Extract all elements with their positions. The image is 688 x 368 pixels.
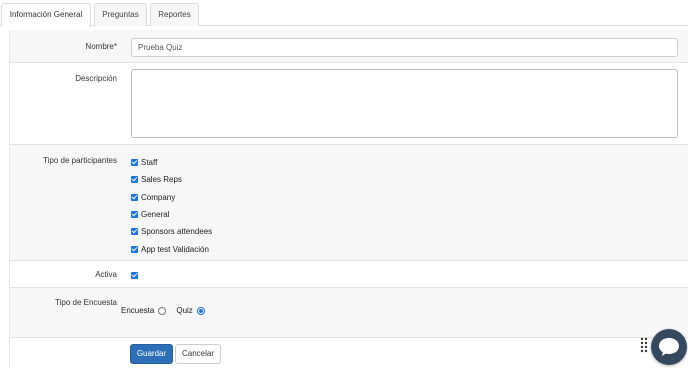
tipo-encuesta-options: Encuesta Quiz (121, 306, 215, 315)
chat-bubble-button[interactable] (651, 329, 687, 365)
participante-label: Company (141, 192, 176, 202)
radio-quiz-label: Quiz (176, 306, 193, 315)
nombre-row: Nombre* Prueba Quiz (10, 30, 688, 62)
checkbox-checked-icon[interactable] (131, 175, 138, 183)
actions-row (10, 337, 688, 368)
participante-label: Sponsors attendees (141, 226, 213, 236)
cancelar-button[interactable]: Cancelar (175, 344, 221, 364)
activa-row: Activa (10, 260, 688, 287)
participante-sponsors-attendees[interactable]: Sponsors attendees (131, 225, 212, 237)
chat-bubble-icon (659, 338, 679, 356)
activa-label: Activa (95, 270, 117, 279)
tab-informacion-general[interactable]: Información General (1, 3, 91, 27)
tipo-encuesta-label: Tipo de Encuesta (55, 298, 117, 307)
drag-grip-icon[interactable] (640, 337, 648, 355)
radio-encuesta[interactable] (158, 306, 167, 315)
participante-sales-reps[interactable]: Sales Reps (131, 173, 182, 185)
participante-company[interactable]: Company (131, 191, 175, 203)
participante-label: Staff (141, 157, 158, 167)
participantes-row: Tipo de participantes Staff Sales Reps C… (10, 144, 688, 260)
tipo-encuesta-row: Tipo de Encuesta (10, 287, 688, 337)
tab-bar: Información General Preguntas Reportes (0, 0, 688, 27)
form-panel: Nombre* Prueba Quiz Descripción Tipo de … (9, 30, 688, 368)
checkbox-checked-icon[interactable] (131, 193, 138, 201)
participante-label: App test Validación (141, 244, 209, 254)
participante-label: General (141, 209, 170, 219)
participante-label: Sales Reps (141, 174, 182, 184)
radio-quiz[interactable] (196, 306, 205, 315)
checkbox-checked-icon[interactable] (131, 245, 138, 253)
checkbox-checked-icon[interactable] (131, 227, 138, 235)
nombre-input[interactable]: Prueba Quiz (131, 38, 678, 57)
tipo-participantes-label: Tipo de participantes (43, 156, 117, 165)
guardar-button[interactable]: Guardar (130, 344, 173, 364)
descripcion-label: Descripción (75, 74, 117, 83)
participante-app-test[interactable]: App test Validación (131, 243, 209, 255)
checkbox-checked-icon[interactable] (131, 210, 138, 218)
tab-reportes[interactable]: Reportes (150, 3, 199, 26)
radio-encuesta-label: Encuesta (121, 306, 155, 315)
descripcion-row: Descripción (10, 62, 688, 144)
activa-checkbox[interactable] (131, 269, 141, 281)
nombre-label: Nombre* (85, 42, 117, 51)
participante-general[interactable]: General (131, 208, 169, 220)
descripcion-textarea[interactable] (131, 69, 678, 138)
participante-staff[interactable]: Staff (131, 156, 157, 168)
checkbox-checked-icon[interactable] (131, 271, 138, 279)
tab-preguntas[interactable]: Preguntas (94, 3, 147, 26)
checkbox-checked-icon[interactable] (131, 158, 138, 166)
